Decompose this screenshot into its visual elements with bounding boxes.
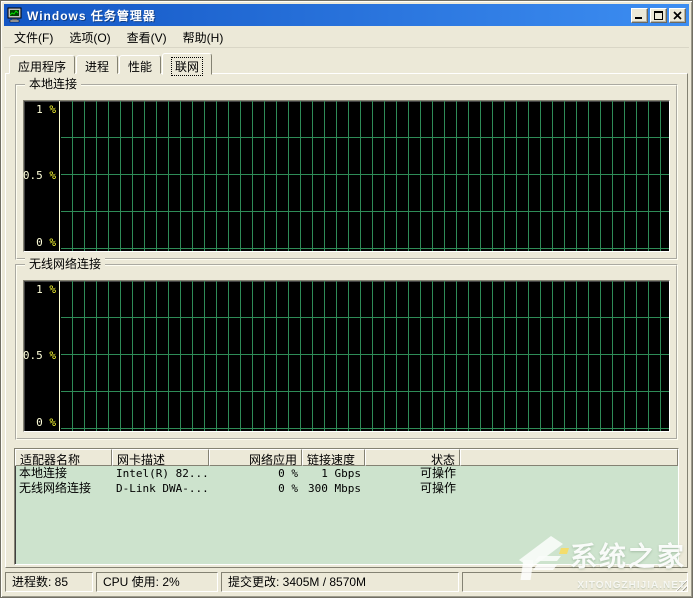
header-link-speed[interactable]: 链接速度: [302, 449, 365, 466]
close-button[interactable]: [669, 8, 686, 23]
menu-item-options[interactable]: 选项(O): [61, 27, 118, 48]
adapter-table: 适配器名称 网卡描述 网络应用 链接速度 状态 本地连接 Intel(R) 82…: [14, 448, 679, 565]
window-controls: [631, 8, 686, 23]
window-title: Windows 任务管理器: [27, 7, 631, 24]
status-commit-charge: 提交更改: 3405M / 8570M: [221, 572, 459, 592]
groupbox-title: 无线网络连接: [25, 257, 105, 271]
menu-item-help[interactable]: 帮助(H): [175, 27, 232, 48]
tabstrip: 应用程序 进程 性能 联网: [9, 52, 213, 74]
adapter-table-header: 适配器名称 网卡描述 网络应用 链接速度 状态: [15, 449, 678, 466]
maximize-icon: [654, 11, 663, 20]
menu-item-view[interactable]: 查看(V): [119, 27, 175, 48]
header-spacer: [460, 449, 678, 466]
status-processes: 进程数: 85: [5, 572, 93, 592]
header-state[interactable]: 状态: [365, 449, 460, 466]
tab-applications[interactable]: 应用程序: [9, 55, 75, 74]
tab-networking[interactable]: 联网: [162, 53, 212, 75]
networking-tab-page: 本地连接 1 % 0.5 % 0 % 无线网络连接 1 % 0.5 % 0 %: [5, 73, 688, 568]
chart-y-axis: 1 % 0.5 % 0 %: [24, 101, 60, 251]
minimize-button[interactable]: [631, 8, 648, 23]
table-row-wireless-connection[interactable]: 无线网络连接 D-Link DWA-... 0 % 300 Mbps 可操作: [15, 481, 678, 496]
chart-y-axis: 1 % 0.5 % 0 %: [24, 281, 60, 431]
groupbox-wireless-connection: 无线网络连接 1 % 0.5 % 0 %: [15, 264, 678, 440]
header-nic-description[interactable]: 网卡描述: [112, 449, 209, 466]
header-network-utilization[interactable]: 网络应用: [209, 449, 302, 466]
maximize-button[interactable]: [650, 8, 667, 23]
statusbar: 进程数: 85 CPU 使用: 2% 提交更改: 3405M / 8570M: [4, 570, 689, 594]
wireless-connection-chart: 1 % 0.5 % 0 %: [23, 280, 670, 432]
titlebar[interactable]: Windows 任务管理器: [4, 4, 689, 26]
task-manager-window: Windows 任务管理器 文件(F) 选项(O) 查看(V) 帮助(H) 应用…: [0, 0, 693, 598]
chart-grid: [61, 281, 669, 431]
close-icon: [673, 11, 682, 20]
groupbox-local-connection: 本地连接 1 % 0.5 % 0 %: [15, 84, 678, 260]
status-cpu-usage: CPU 使用: 2%: [96, 572, 218, 592]
menubar: 文件(F) 选项(O) 查看(V) 帮助(H): [4, 27, 689, 48]
local-connection-chart: 1 % 0.5 % 0 %: [23, 100, 670, 252]
header-adapter-name[interactable]: 适配器名称: [15, 449, 112, 466]
table-row-local-connection[interactable]: 本地连接 Intel(R) 82... 0 % 1 Gbps 可操作: [15, 466, 678, 481]
tab-performance[interactable]: 性能: [119, 55, 161, 74]
tab-processes[interactable]: 进程: [76, 55, 118, 74]
minimize-icon: [635, 11, 644, 20]
menu-item-file[interactable]: 文件(F): [6, 27, 61, 48]
resize-grip[interactable]: [674, 578, 687, 591]
chart-grid: [61, 101, 669, 251]
groupbox-title: 本地连接: [25, 77, 81, 91]
status-spacer: [462, 572, 688, 592]
task-manager-icon: [7, 7, 23, 23]
